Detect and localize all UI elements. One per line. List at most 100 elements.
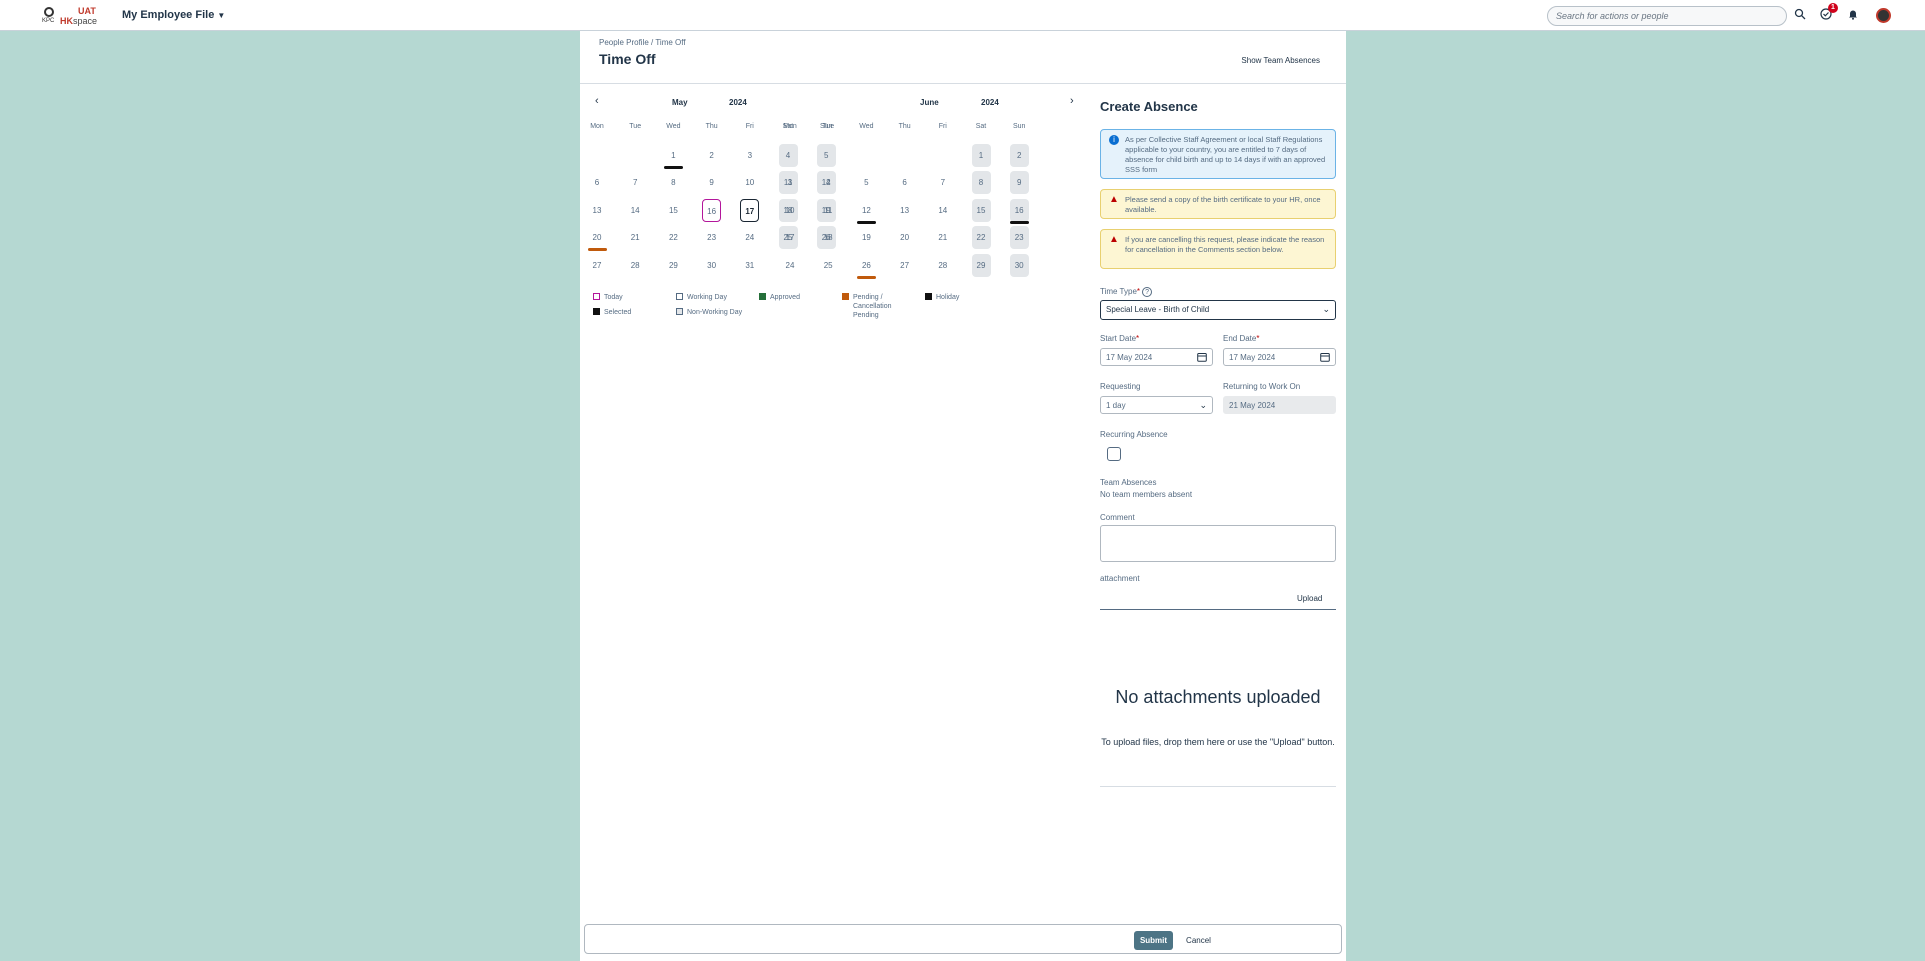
required-marker: * [1256, 334, 1260, 343]
june-day[interactable]: 7 [933, 171, 952, 194]
may-day[interactable]: 29 [664, 254, 683, 277]
may-month-label[interactable]: May [672, 98, 688, 107]
requesting-select[interactable]: 1 day ⌄ [1100, 396, 1213, 414]
june-day[interactable]: 21 [933, 226, 952, 249]
june-day[interactable]: 13 [895, 199, 914, 222]
no-attachments-hint: To upload files, drop them here or use t… [1101, 737, 1335, 747]
legend-non-working-day-label: Non-Working Day [687, 309, 743, 316]
june-day[interactable]: 28 [933, 254, 952, 277]
legend-holiday: Holiday [925, 293, 959, 302]
june-month-label[interactable]: June [920, 98, 939, 107]
calendar-icon[interactable] [1320, 352, 1330, 364]
may-day[interactable]: 23 [702, 226, 721, 249]
may-day[interactable]: 16 [702, 199, 722, 222]
june-day[interactable]: 12 [856, 199, 876, 224]
may-day[interactable]: 13 [588, 199, 607, 222]
june-day[interactable]: 18 [819, 226, 838, 249]
user-avatar[interactable] [1876, 8, 1891, 23]
may-day[interactable]: 28 [626, 254, 645, 277]
june-day[interactable]: 27 [895, 254, 914, 277]
june-day[interactable]: 3 [781, 171, 800, 194]
may-day[interactable]: 20 [587, 226, 607, 251]
breadcrumb[interactable]: People Profile / Time Off [599, 38, 686, 47]
cancel-button[interactable]: Cancel [1179, 931, 1218, 950]
may-day[interactable]: 30 [702, 254, 721, 277]
may-day[interactable]: 17 [740, 199, 760, 222]
start-date-field[interactable]: 17 May 2024 [1100, 348, 1213, 366]
may-day[interactable]: 15 [664, 199, 683, 222]
help-icon[interactable]: ? [1142, 287, 1153, 297]
may-day[interactable]: 5 [816, 144, 836, 167]
june-day[interactable]: 29 [971, 254, 991, 277]
june-day[interactable]: 20 [895, 226, 914, 249]
may-day[interactable]: 10 [740, 171, 759, 194]
logo-space: space [73, 16, 98, 26]
may-day[interactable]: 3 [740, 144, 759, 167]
next-month-chevron-icon[interactable]: › [1070, 95, 1074, 107]
june-day[interactable]: 15 [971, 199, 991, 222]
may-day[interactable]: 27 [588, 254, 607, 277]
june-day[interactable]: 30 [1009, 254, 1029, 277]
may-day[interactable]: 31 [740, 254, 759, 277]
june-day[interactable]: 19 [857, 226, 876, 249]
june-day[interactable]: 16 [1009, 199, 1029, 224]
show-team-absences-button[interactable]: Show Team Absences [1241, 56, 1320, 65]
company-logo[interactable]: KPC UAT HKspace [40, 5, 98, 27]
comment-textarea[interactable] [1100, 525, 1336, 562]
prev-month-chevron-icon[interactable]: ‹ [595, 95, 599, 107]
search-icon[interactable] [1793, 8, 1807, 22]
june-day[interactable]: 24 [781, 254, 800, 277]
june-day[interactable]: 23 [1009, 226, 1029, 249]
returning-to-work-field: 21 May 2024 [1223, 396, 1336, 414]
upload-button[interactable]: Upload [1297, 594, 1322, 603]
search-input[interactable]: Search for actions or people [1547, 6, 1787, 26]
june-day[interactable]: 25 [819, 254, 838, 277]
june-day[interactable]: 17 [781, 226, 800, 249]
time-type-label-text: Time Type [1100, 287, 1137, 296]
calendar-icon[interactable] [1197, 352, 1207, 364]
chevron-down-icon: ⌄ [1199, 400, 1207, 410]
may-day[interactable]: 24 [740, 226, 759, 249]
info-message: i As per Collective Staff Agreement or l… [1100, 129, 1336, 179]
june-year-label[interactable]: 2024 [981, 98, 999, 107]
app-title-menu[interactable]: My Employee File ▼ [122, 9, 225, 21]
may-day[interactable]: 2 [702, 144, 721, 167]
june-day[interactable]: 4 [819, 171, 838, 194]
june-day[interactable]: 10 [781, 199, 800, 222]
warning-message-cancellation: ▲ If you are cancelling this request, pl… [1100, 229, 1336, 269]
recurring-absence-checkbox[interactable] [1107, 447, 1121, 461]
june-day[interactable]: 26 [856, 254, 876, 279]
june-day[interactable]: 1 [971, 144, 991, 167]
caret-down-icon: ▼ [217, 11, 226, 20]
june-day[interactable]: 9 [1009, 171, 1029, 194]
june-day[interactable]: 5 [857, 171, 876, 194]
june-day[interactable]: 11 [819, 199, 838, 222]
june-weekday-tue: Tue [822, 123, 835, 130]
june-day[interactable]: 22 [971, 226, 991, 249]
may-day[interactable]: 21 [626, 226, 645, 249]
may-day[interactable]: 9 [702, 171, 721, 194]
may-day[interactable]: 14 [626, 199, 645, 222]
submit-button[interactable]: Submit [1134, 931, 1173, 950]
end-date-value: 17 May 2024 [1229, 353, 1276, 362]
may-day[interactable]: 22 [664, 226, 683, 249]
logo-hk: HK [60, 16, 73, 26]
bell-icon[interactable] [1846, 8, 1860, 22]
may-day[interactable]: 4 [778, 144, 798, 167]
may-weekday-mon: Mon [590, 123, 604, 130]
legend-today-label: Today [604, 294, 623, 301]
no-attachments-title: No attachments uploaded [1115, 687, 1321, 707]
may-day[interactable]: 8 [664, 171, 683, 194]
june-day[interactable]: 14 [933, 199, 952, 222]
may-day[interactable]: 7 [626, 171, 645, 194]
time-type-select[interactable]: Special Leave - Birth of Child ⌄ [1100, 300, 1336, 320]
team-absences-label: Team Absences [1100, 478, 1157, 487]
june-day[interactable]: 6 [895, 171, 914, 194]
may-day[interactable]: 6 [588, 171, 607, 194]
end-date-field[interactable]: 17 May 2024 [1223, 348, 1336, 366]
june-day[interactable]: 8 [971, 171, 991, 194]
june-day[interactable]: 2 [1009, 144, 1029, 167]
may-day[interactable]: 1 [663, 144, 683, 169]
june-weekday-thu: Thu [898, 123, 911, 130]
may-year-label[interactable]: 2024 [729, 98, 747, 107]
